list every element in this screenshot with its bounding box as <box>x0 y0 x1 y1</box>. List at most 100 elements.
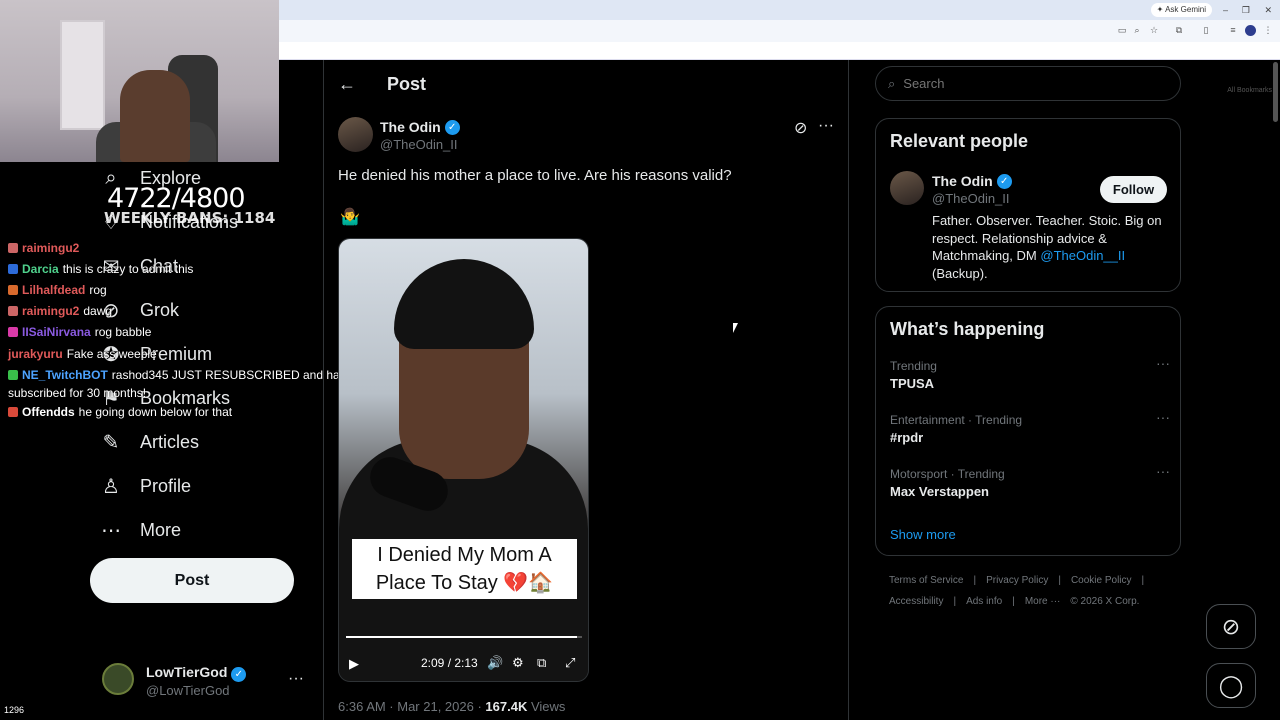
browser-profile-avatar[interactable] <box>1245 25 1256 36</box>
whats-happening-title: What’s happening <box>890 319 1045 339</box>
video-time: 2:09 / 2:13 <box>421 656 478 670</box>
pip-icon[interactable]: ⧉ <box>537 655 546 671</box>
author-name[interactable]: The Odin ✓ <box>380 119 460 135</box>
author-avatar[interactable] <box>338 117 373 152</box>
ask-gemini-button[interactable]: ✦ Ask Gemini <box>1150 3 1212 17</box>
webcam-person <box>120 70 190 162</box>
bookmarks-bar: All Bookmarks <box>279 42 1280 94</box>
relevant-avatar[interactable] <box>890 171 924 205</box>
nav-item-label: Articles <box>140 431 200 452</box>
verified-icon: ✓ <box>444 119 460 135</box>
whats-happening-panel: What’s happening Trending TPUSA ··· Enterta… <box>875 306 1181 556</box>
footer-link[interactable]: Privacy Policy <box>986 575 1048 586</box>
author-handle[interactable]: @TheOdin_II <box>380 137 458 152</box>
play-icon[interactable]: ▶ <box>349 656 359 672</box>
relevant-handle[interactable]: @TheOdin_II <box>932 191 1010 206</box>
post-timestamp[interactable]: 6:36 AM · Mar 21, 2026 · <box>338 699 485 714</box>
relevant-people-panel: Relevant people The Odin ✓ @TheOdin_II F… <box>875 118 1181 292</box>
footer-separator: | <box>973 575 977 586</box>
chat-text: subscribed for 30 months! <box>8 386 147 400</box>
search-input[interactable] <box>903 76 1144 91</box>
search-icon: ⌕ <box>888 75 896 91</box>
verified-icon: ✓ <box>231 667 247 682</box>
video-progress-bar[interactable] <box>346 636 582 638</box>
mouse-cursor <box>733 323 738 333</box>
nav-item-articles[interactable]: ✎ Articles <box>100 427 199 457</box>
bookmark-star-icon[interactable]: ☆ <box>1149 25 1159 35</box>
fullscreen-icon[interactable]: ⤢ <box>565 655 575 671</box>
footer-row-2: Accessibility | Ads info | More ··· © 2026 X … <box>889 596 1139 607</box>
nav-item-label: Profile <box>140 475 192 496</box>
account-more-icon[interactable]: ··· <box>288 670 304 688</box>
browser-menu-icon[interactable]: ⋮ <box>1263 25 1273 35</box>
footer-separator: | <box>1141 575 1145 586</box>
chat-badge-icon <box>8 370 18 380</box>
chat-message: Offendds he going down below for that <box>8 405 232 419</box>
footer-link[interactable]: © 2026 X Corp. <box>1070 596 1139 607</box>
follow-button[interactable]: Follow <box>1100 176 1167 203</box>
trend-item[interactable]: Motorsport · Trending Max Verstappen ··· <box>890 463 1170 499</box>
video-caption-line1: I Denied My Mom A <box>377 544 552 566</box>
screen-icon[interactable]: ▭ <box>1117 25 1127 35</box>
chat-text: dawg <box>83 304 113 318</box>
maximize-icon[interactable]: ❐ <box>1242 3 1250 17</box>
back-arrow-icon[interactable]: ← <box>338 74 356 95</box>
footer-link[interactable]: Ads info <box>966 596 1002 607</box>
relevant-name[interactable]: The Odin ✓ <box>932 173 1012 189</box>
avatar[interactable] <box>102 663 134 695</box>
search-box[interactable]: ⌕ <box>875 66 1181 101</box>
trend-item[interactable]: Trending TPUSA ··· <box>890 355 1170 391</box>
bio-link[interactable]: @TheOdin__II <box>1040 248 1125 263</box>
footer-link[interactable]: Accessibility <box>889 596 943 607</box>
footer-separator: | <box>1012 596 1015 607</box>
video-caption: I Denied My Mom A Place To Stay 💔🏠 <box>352 539 577 599</box>
relevant-people-title: Relevant people <box>890 131 1029 151</box>
account-handle: @LowTierGod <box>146 683 230 698</box>
account-name[interactable]: LowTierGod ✓ <box>146 664 247 682</box>
chat-text: rog babble <box>94 325 152 339</box>
close-window-icon[interactable]: ✕ <box>1264 3 1272 17</box>
post-button[interactable]: Post <box>90 558 294 603</box>
chat-username: raimingu2 <box>22 304 80 318</box>
address-bar-row <box>279 20 1280 42</box>
post-text: He denied his mother a place to live. Ar… <box>338 167 732 184</box>
scrollbar[interactable] <box>1273 62 1278 122</box>
chat-badge-icon <box>8 243 18 253</box>
grok-fab-icon[interactable]: ⊘ <box>1206 604 1256 649</box>
trend-more-icon[interactable]: ··· <box>1156 355 1170 371</box>
nav-item-profile[interactable]: ♙ Profile <box>100 471 191 501</box>
footer-link[interactable]: Terms of Service <box>889 575 963 586</box>
chat-message: raimingu2 <box>8 241 83 255</box>
chat-username: Lilhalfdead <box>22 283 86 297</box>
nav-item-label: Grok <box>140 299 180 320</box>
nav-item-more[interactable]: ⋯ More <box>100 515 181 545</box>
footer-separator: | <box>953 596 957 607</box>
grok-icon[interactable]: ⊘ <box>794 118 807 138</box>
minimize-icon[interactable]: – <box>1223 3 1228 17</box>
page-title: Post <box>387 74 427 94</box>
chat-fab-icon[interactable]: ◯ <box>1206 663 1256 708</box>
column-divider-left <box>323 60 324 720</box>
video-player[interactable]: I Denied My Mom A Place To Stay 💔🏠 ▶ 2:0… <box>338 238 589 682</box>
chat-badge-icon <box>8 407 18 417</box>
all-bookmarks-link[interactable]: All Bookmarks <box>1227 87 1272 94</box>
chat-text: he going down below for that <box>78 405 233 419</box>
volume-icon[interactable]: 🔊 <box>487 655 503 671</box>
settings-icon[interactable]: ⚙ <box>512 655 524 671</box>
sidepanel-icon[interactable]: ▯ <box>1201 25 1211 35</box>
zoom-icon[interactable]: ⌕ <box>1132 25 1142 35</box>
extensions-icon[interactable]: ⧉ <box>1174 25 1184 35</box>
chat-badge-icon <box>8 306 18 316</box>
footer-link[interactable]: Cookie Policy <box>1071 575 1132 586</box>
column-divider-right <box>848 60 849 720</box>
views-count: 167.4K <box>485 699 528 714</box>
trend-more-icon[interactable]: ··· <box>1156 409 1170 425</box>
profile-switch-icon[interactable]: ≡ <box>1228 25 1238 35</box>
webcam-door <box>60 20 105 130</box>
chat-text: this is crazy to admit this <box>62 262 194 276</box>
footer-link[interactable]: More ··· <box>1025 596 1061 607</box>
post-more-icon[interactable]: ··· <box>818 117 834 135</box>
trend-item[interactable]: Entertainment · Trending #rpdr ··· <box>890 409 1170 445</box>
trend-more-icon[interactable]: ··· <box>1156 463 1170 479</box>
show-more-link[interactable]: Show more <box>890 527 956 542</box>
